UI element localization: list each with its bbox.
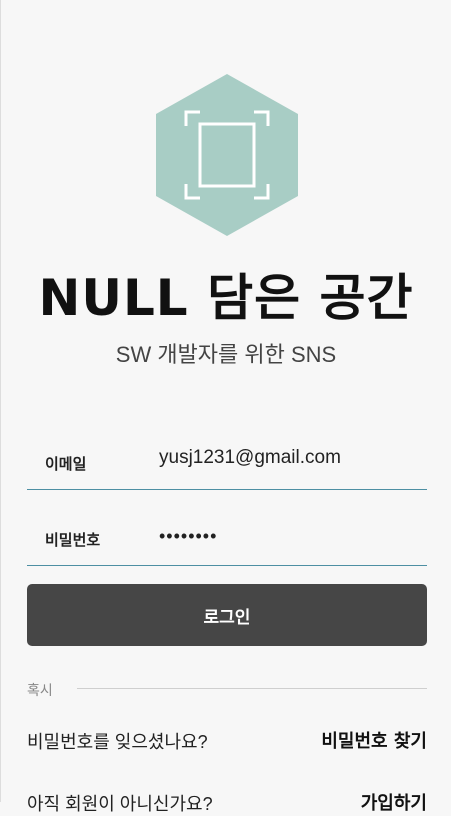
email-field[interactable]: 이메일 yusj1231@gmail.com <box>27 437 427 490</box>
password-field[interactable]: 비밀번호 •••••••• <box>27 513 427 566</box>
divider-line <box>77 688 427 689</box>
signup-row: 아직 회원이 아니신가요? 가입하기 <box>27 788 427 816</box>
login-button[interactable]: 로그인 <box>27 584 427 646</box>
forgot-password-text: 비밀번호를 잊으셨나요? <box>27 732 208 752</box>
signup-link[interactable]: 가입하기 <box>361 789 427 815</box>
login-screen: NULL 담은 공간 SW 개발자를 위한 SNS 이메일 yusj1231@g… <box>0 0 451 814</box>
find-password-link[interactable]: 비밀번호 찾기 <box>321 727 427 753</box>
app-subtitle: SW 개발자를 위한 SNS <box>115 342 337 367</box>
password-label: 비밀번호 <box>45 531 101 549</box>
app-title: NULL 담은 공간 <box>38 269 414 327</box>
divider-label: 혹시 <box>27 683 53 699</box>
email-input[interactable]: yusj1231@gmail.com <box>159 447 341 469</box>
divider: 혹시 <box>27 678 427 700</box>
password-input[interactable]: •••••••• <box>159 526 217 547</box>
signup-text: 아직 회원이 아니신가요? <box>27 794 213 814</box>
email-label: 이메일 <box>45 455 87 473</box>
forgot-password-row: 비밀번호를 잊으셨나요? 비밀번호 찾기 <box>27 726 427 754</box>
hexagon-frame-icon <box>156 74 298 236</box>
